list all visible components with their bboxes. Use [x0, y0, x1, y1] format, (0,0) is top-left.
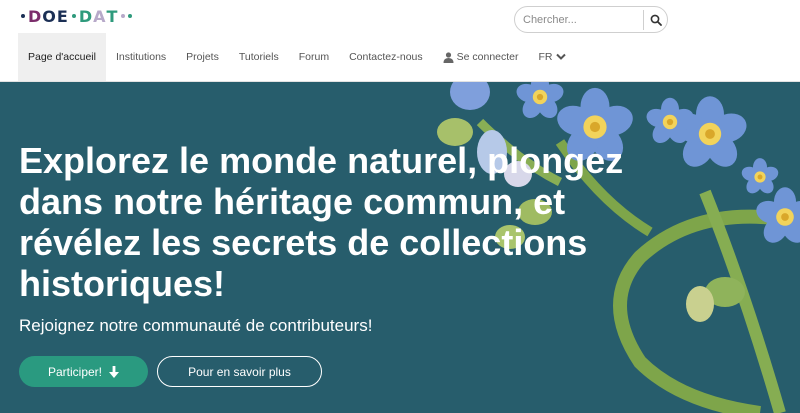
nav-item-forum[interactable]: Forum: [289, 33, 339, 81]
nav-item-label: Page d'accueil: [28, 51, 96, 63]
logo-dot: [128, 14, 133, 18]
participate-button-label: Participer!: [47, 364, 103, 379]
nav-item-label: Tutoriels: [238, 51, 279, 63]
hero-banner: Explorez le monde naturel, plongez dans …: [0, 82, 800, 413]
nav-item-contact[interactable]: Contactez-nous: [339, 33, 433, 81]
logo-letter: D: [28, 6, 43, 26]
nav-item-label: Se connecter: [456, 51, 519, 63]
search-icon: [650, 14, 662, 26]
nav-item-label: Projets: [186, 51, 219, 63]
search-input[interactable]: [523, 11, 641, 29]
learn-more-button[interactable]: Pour en savoir plus: [157, 356, 322, 387]
nav-item-label: Institutions: [115, 51, 167, 63]
site-header: D O E D A T Page d'accueil Institutions …: [0, 0, 800, 82]
search-divider: [643, 10, 644, 30]
language-selector[interactable]: FR: [529, 33, 576, 81]
logo-letter: D: [78, 6, 94, 26]
arrow-down-icon: [109, 365, 120, 378]
logo-letter: O: [42, 6, 57, 26]
logo-dot: [71, 14, 76, 18]
nav-item-label: Forum: [298, 51, 330, 63]
nav-item-tutorials[interactable]: Tutoriels: [229, 33, 289, 81]
chevron-down-icon: [555, 53, 566, 60]
search-box: [514, 6, 668, 33]
learn-more-button-label: Pour en savoir plus: [188, 364, 291, 379]
nav-item-projects[interactable]: Projets: [176, 33, 229, 81]
search-button[interactable]: [646, 9, 666, 31]
logo-letter: A: [93, 6, 107, 26]
logo-letter: T: [106, 6, 119, 26]
logo-dot: [21, 14, 25, 18]
nav-item-home[interactable]: Page d'accueil: [18, 33, 106, 81]
hero-title: Explorez le monde naturel, plongez dans …: [19, 140, 624, 304]
logo-dot: [121, 14, 126, 18]
logo-letter: E: [56, 6, 69, 26]
nav-item-label: Contactez-nous: [349, 51, 423, 63]
hero-subtitle: Rejoignez notre communauté de contribute…: [19, 316, 373, 335]
nav-item-label: FR: [538, 51, 553, 63]
nav-item-login[interactable]: Se connecter: [433, 33, 529, 81]
user-icon: [443, 51, 454, 63]
doedat-logo[interactable]: D O E D A T: [18, 6, 135, 26]
participate-button[interactable]: Participer!: [19, 356, 148, 387]
nav-item-institutions[interactable]: Institutions: [106, 33, 176, 81]
main-nav: Page d'accueil Institutions Projets Tuto…: [18, 33, 576, 81]
